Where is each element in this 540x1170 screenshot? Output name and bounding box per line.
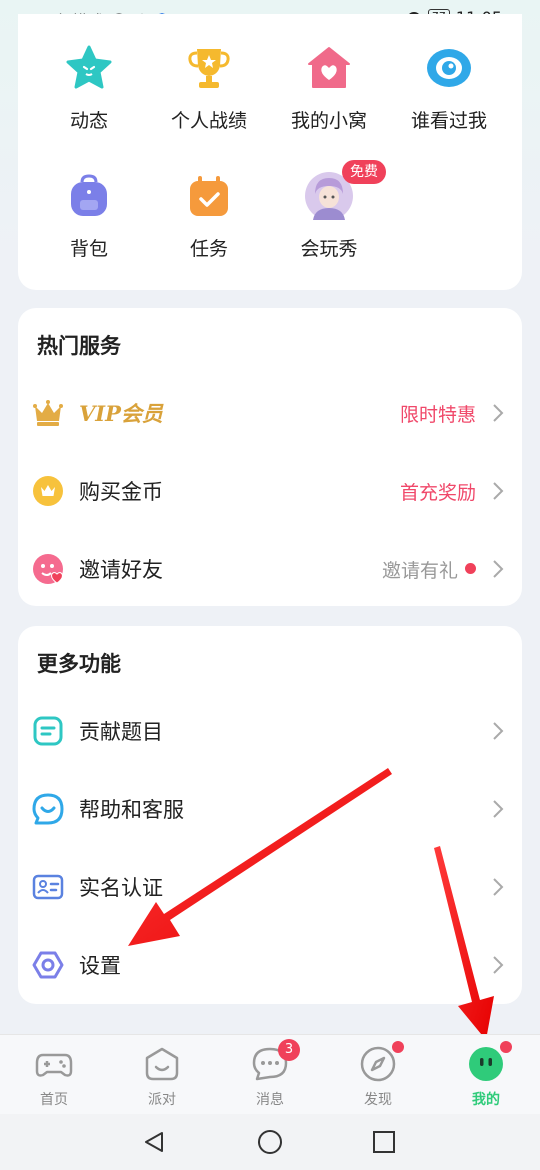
tab-label: 我的 — [472, 1092, 500, 1108]
tab-home[interactable]: 首页 — [19, 1045, 89, 1109]
message-count-badge: 3 — [278, 1039, 300, 1061]
tab-label: 派对 — [148, 1092, 176, 1108]
discover-notification-dot — [392, 1041, 404, 1053]
arrow-to-profile-tab — [434, 846, 494, 1040]
recents-icon[interactable] — [373, 1131, 395, 1153]
tab-profile[interactable]: 我的 — [451, 1045, 521, 1109]
compass-icon — [360, 1046, 396, 1082]
tab-discover[interactable]: 发现 — [343, 1045, 413, 1109]
annotation-arrows — [128, 768, 494, 1040]
profile-icon — [469, 1047, 503, 1081]
tab-label: 首页 — [40, 1092, 68, 1108]
tab-label: 发现 — [364, 1092, 392, 1108]
home-icon[interactable] — [257, 1129, 283, 1155]
bottom-tab-bar: 首页 派对 消息 3 发现 我的 — [0, 1034, 540, 1114]
arrow-to-settings — [128, 768, 392, 946]
gamepad-icon — [35, 1053, 73, 1077]
back-icon[interactable] — [142, 1130, 166, 1154]
tab-party[interactable]: 派对 — [127, 1045, 197, 1109]
system-navigation-bar — [0, 1114, 540, 1170]
party-icon — [145, 1047, 179, 1081]
tab-label: 消息 — [256, 1092, 284, 1108]
profile-notification-dot — [500, 1041, 512, 1053]
